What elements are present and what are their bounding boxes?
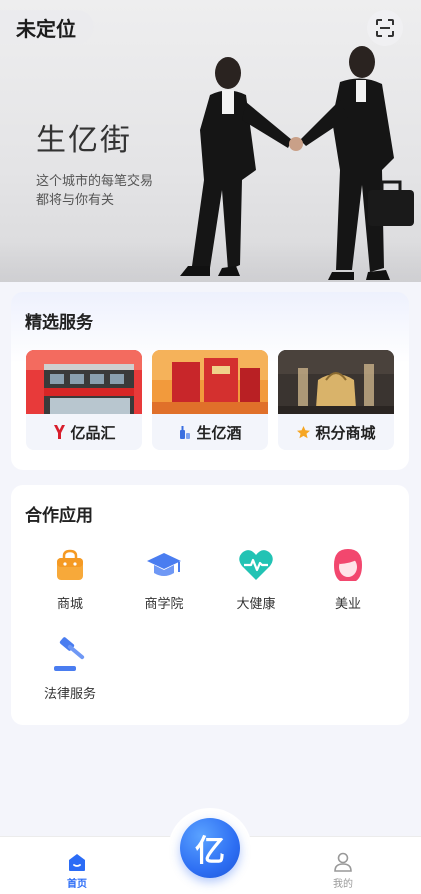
tab-mine-label: 我的 <box>333 879 353 890</box>
featured-services-card: 精选服务 亿品汇 生亿酒 积分商城 <box>11 292 409 470</box>
liquor-bottle-icon <box>180 426 191 439</box>
liquor-gift-image <box>152 350 268 414</box>
shopping-bag-icon <box>50 545 90 585</box>
location-selector[interactable]: 未定位 <box>0 10 94 44</box>
service-yipinhui[interactable]: 亿品汇 <box>26 350 142 450</box>
app-mall-label: 商城 <box>56 597 83 612</box>
tab-home-label: 首页 <box>67 879 87 890</box>
user-icon <box>334 852 352 872</box>
app-legal-services[interactable]: 法律服务 <box>25 635 115 702</box>
star-icon <box>297 425 311 438</box>
app-health[interactable]: 大健康 <box>211 545 301 612</box>
yipinhui-logo-icon <box>54 425 66 439</box>
hero-banner: 未定位 生亿街 这个城市的每笔交易 都将与你有关 <box>0 0 421 282</box>
service-shengyijiu[interactable]: 生亿酒 <box>152 350 268 450</box>
app-legal-services-label: 法律服务 <box>43 687 96 702</box>
partner-apps-card: 合作应用 商城 商学院 大健康 美业 法律服务 <box>11 485 409 725</box>
service-points-mall-label-row: 积分商城 <box>278 414 394 450</box>
scan-button[interactable] <box>367 10 403 46</box>
storefront-image <box>26 350 142 414</box>
service-points-mall-label: 积分商城 <box>315 423 376 442</box>
tab-home[interactable]: 首页 <box>47 851 107 890</box>
service-yipinhui-label-row: 亿品汇 <box>26 414 142 450</box>
service-shengyijiu-label: 生亿酒 <box>196 423 242 442</box>
scan-icon <box>376 19 394 37</box>
app-beauty[interactable]: 美业 <box>303 545 393 612</box>
home-icon <box>69 854 85 871</box>
hero-subtitle-line2: 都将与你有关 <box>36 193 115 208</box>
hero-subtitle-line1: 这个城市的每笔交易 <box>36 174 154 189</box>
location-label: 未定位 <box>16 16 76 41</box>
service-points-mall[interactable]: 积分商城 <box>278 350 394 450</box>
app-beauty-label: 美业 <box>334 597 361 612</box>
hero-subtitle: 这个城市的每笔交易 都将与你有关 <box>36 172 153 210</box>
app-business-school[interactable]: 商学院 <box>119 545 209 612</box>
partner-apps-title: 合作应用 <box>25 506 93 526</box>
gavel-icon <box>50 635 90 675</box>
hero-title: 生亿街 <box>36 123 132 158</box>
service-yipinhui-label: 亿品汇 <box>70 423 116 442</box>
center-yi-label: 亿 <box>195 834 225 869</box>
heart-pulse-icon <box>236 545 276 585</box>
center-yi-button[interactable]: 亿 <box>180 818 240 878</box>
app-health-label: 大健康 <box>236 597 276 612</box>
handshake-illustration <box>180 46 414 280</box>
woman-avatar-icon <box>328 545 368 585</box>
luxury-goods-image <box>278 350 394 414</box>
featured-services-title: 精选服务 <box>25 313 93 333</box>
app-mall[interactable]: 商城 <box>25 545 115 612</box>
service-shengyijiu-label-row: 生亿酒 <box>152 414 268 450</box>
app-business-school-label: 商学院 <box>144 597 184 612</box>
tab-mine[interactable]: 我的 <box>313 851 373 890</box>
graduation-cap-icon <box>144 545 184 585</box>
